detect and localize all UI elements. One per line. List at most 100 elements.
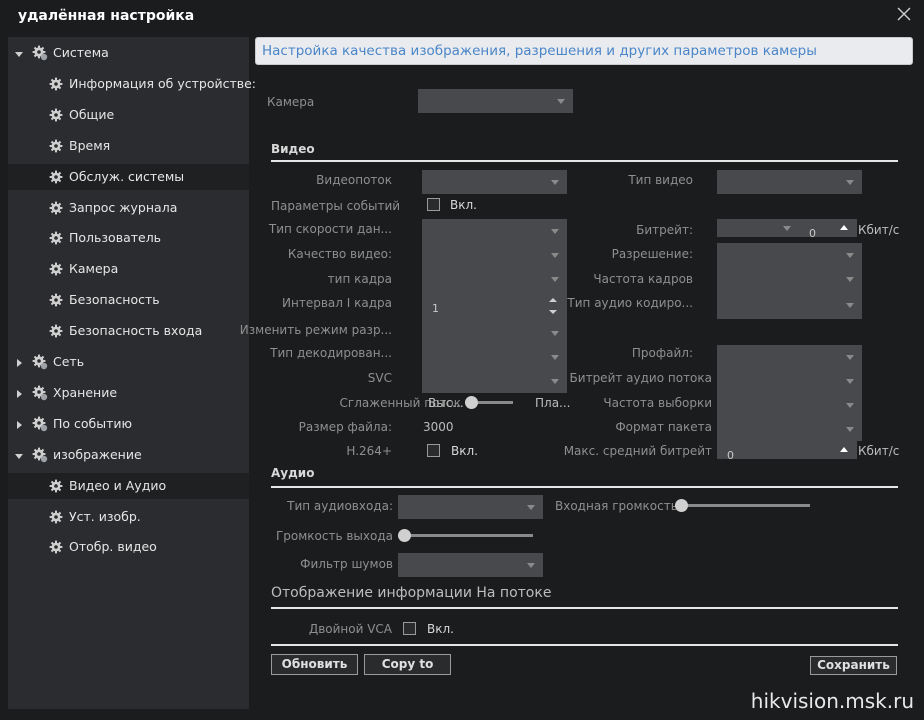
sampling-select[interactable] [717, 393, 862, 417]
expand-right-icon[interactable] [14, 357, 24, 367]
bitrate-up-icon[interactable] [840, 224, 848, 230]
audio-codec-label: Тип аудио кодиро... [567, 296, 693, 310]
output-volume-label: Громкость выхода [275, 529, 393, 543]
close-icon[interactable] [896, 6, 912, 22]
rate-type-select[interactable] [422, 219, 567, 243]
video-type-select[interactable] [717, 170, 862, 194]
input-volume-slider[interactable] [675, 504, 810, 507]
h264plus-on-label: Вкл. [451, 444, 478, 458]
spinner-arrows-icon[interactable] [549, 296, 557, 316]
sidebar-item-6[interactable]: Пользователь [8, 225, 249, 251]
bitrate-select[interactable] [717, 219, 799, 237]
sidebar-item-label: Хранение [53, 384, 118, 400]
sidebar-item-8[interactable]: Безопасность [8, 287, 249, 313]
sidebar-item-4[interactable]: Обслуж. системы [8, 163, 249, 190]
watermark: hikvision.msk.ru [750, 689, 914, 713]
camera-select[interactable] [418, 89, 573, 113]
video-section-title: Видео [271, 142, 315, 156]
video-section-divider [271, 160, 898, 162]
sidebar-item-16[interactable]: Отобр. видео [8, 534, 249, 560]
sidebar-item-3[interactable]: Время [8, 133, 249, 159]
audio-section-title: Аудио [271, 466, 315, 480]
gear-icon [49, 170, 63, 184]
max-avg-bitrate-spinner[interactable]: 0 [717, 441, 857, 462]
resolution-select[interactable] [717, 243, 862, 267]
sidebar-item-13[interactable]: изображение [8, 442, 249, 468]
sidebar-item-5[interactable]: Запрос журнала [8, 195, 249, 221]
expand-right-icon[interactable] [14, 419, 24, 429]
settings-group-icon [32, 385, 48, 401]
quality-select[interactable] [422, 243, 567, 267]
copy-to-button[interactable]: Copy to [364, 654, 451, 675]
sidebar-item-label: Информация об устройстве: [69, 75, 257, 91]
h264plus-checkbox[interactable] [427, 444, 440, 457]
expand-down-icon[interactable] [14, 48, 24, 58]
audio-bitrate-select[interactable] [717, 369, 862, 393]
stream-select[interactable] [422, 170, 567, 194]
frame-rate-label: Частота кадров [593, 272, 693, 286]
sidebar-item-1[interactable]: Информация об устройстве: [8, 71, 256, 97]
frame-type-select[interactable] [422, 267, 567, 291]
sidebar-item-2[interactable]: Общие [8, 102, 249, 128]
main-panel: Настройка качества изображения, разрешен… [240, 37, 913, 709]
expand-right-icon[interactable] [14, 388, 24, 398]
gear-icon [49, 540, 63, 554]
audio-codec-select[interactable] [717, 291, 862, 319]
output-volume-slider[interactable] [398, 534, 533, 537]
osd-section-divider [271, 607, 898, 609]
dual-vca-checkbox[interactable] [403, 622, 416, 635]
gear-icon [49, 139, 63, 153]
sidebar-item-14[interactable]: Видео и Аудио [8, 472, 249, 499]
input-volume-thumb[interactable] [675, 499, 688, 512]
file-size-label: Размер файла: [298, 420, 392, 434]
output-volume-thumb[interactable] [398, 529, 411, 542]
sidebar-item-11[interactable]: Хранение [8, 380, 249, 406]
gear-icon [49, 479, 63, 493]
sidebar-item-9[interactable]: Безопасность входа [8, 318, 249, 344]
change-mode-select[interactable] [422, 321, 567, 345]
max-avg-bitrate-label: Макс. средний битрейт [563, 444, 712, 458]
osd-section-title: Отображение информации На потоке [271, 585, 552, 601]
gear-icon [49, 324, 63, 338]
bitrate-spinner[interactable]: 0 [799, 219, 857, 240]
svc-select[interactable] [422, 369, 567, 393]
window-title: удалённая настройка [18, 8, 195, 24]
sidebar-item-label: Уст. изобр. [69, 508, 141, 524]
smooth-stream-thumb[interactable] [465, 396, 478, 409]
sidebar-item-label: Система [53, 45, 109, 60]
sidebar-item-label: По событию [53, 415, 133, 431]
frame-rate-select[interactable] [717, 267, 862, 291]
gear-icon [49, 108, 63, 122]
event-params-checkbox[interactable] [427, 198, 440, 211]
sidebar-item-label: Видео и Аудио [69, 477, 167, 493]
sidebar-item-15[interactable]: Уст. изобр. [8, 504, 249, 530]
decode-type-select[interactable] [422, 345, 567, 369]
sidebar-item-label: Сеть [53, 354, 85, 369]
max-avg-up-icon[interactable] [840, 446, 848, 452]
gear-icon [49, 510, 63, 524]
audio-section-divider [271, 486, 898, 488]
profile-select[interactable] [717, 345, 862, 369]
decode-type-label: Тип декодирован... [270, 346, 392, 360]
sidebar-item-12[interactable]: По событию [8, 411, 249, 437]
sidebar-item-10[interactable]: Сеть [8, 349, 249, 375]
h264plus-label: H.264+ [346, 444, 392, 458]
noise-filter-select[interactable] [398, 553, 543, 577]
iframe-interval-spinner[interactable]: 1 [422, 291, 567, 321]
iframe-interval-label: Интервал I кадра [282, 296, 392, 310]
audio-input-type-label: Тип аудиовхода: [287, 499, 393, 513]
expand-down-icon[interactable] [14, 450, 24, 460]
max-avg-unit: Кбит/с [858, 444, 900, 458]
gear-icon [49, 293, 63, 307]
sidebar-item-7[interactable]: Камера [8, 256, 249, 282]
packet-format-select[interactable] [717, 417, 862, 441]
svc-label: SVC [367, 371, 392, 385]
gear-icon [49, 77, 63, 91]
resolution-label: Разрешение: [611, 247, 693, 261]
sidebar-item-0[interactable]: Система [8, 40, 249, 66]
save-button[interactable]: Сохранить [810, 656, 897, 675]
sidebar-item-label: Безопасность [69, 292, 160, 308]
refresh-button[interactable]: Обновить [271, 654, 358, 675]
audio-bitrate-label: Битрейт аудио потока [569, 371, 712, 385]
audio-input-type-select[interactable] [398, 495, 543, 519]
